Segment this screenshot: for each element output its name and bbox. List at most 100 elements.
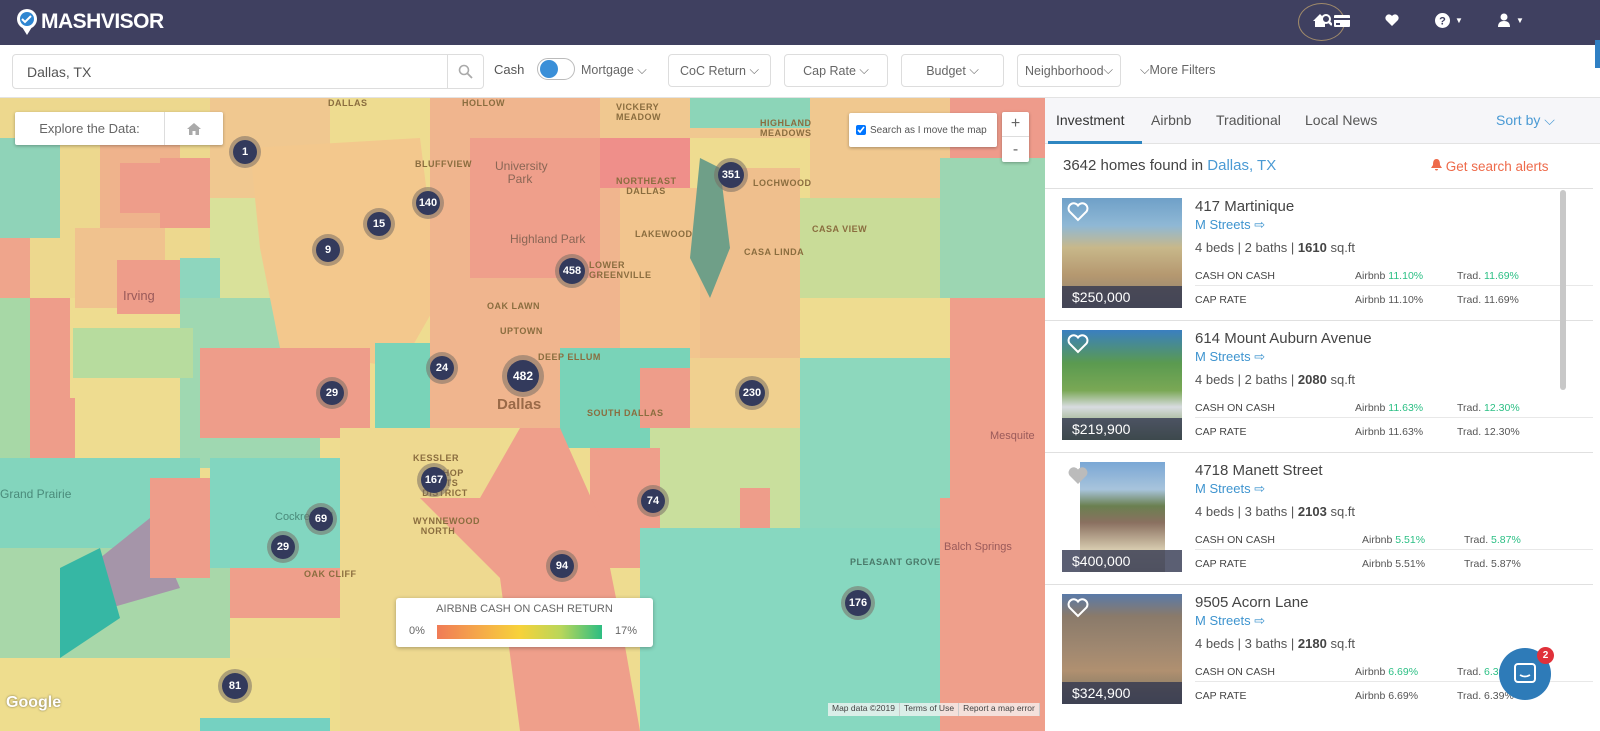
results-city-link[interactable]: Dallas, TX — [1207, 157, 1276, 174]
cluster-count: 176 — [845, 590, 871, 616]
cap-label: CAP RATE — [1195, 426, 1247, 438]
map-label: CASA LINDA — [744, 247, 805, 257]
map-cluster-marker[interactable]: 69 — [305, 503, 337, 535]
listing-address[interactable]: 9505 Acorn Lane — [1195, 594, 1308, 611]
cluster-count: 351 — [718, 162, 744, 188]
listing-photo[interactable]: $324,900 — [1062, 594, 1182, 704]
beds: 4 beds — [1195, 504, 1235, 519]
map-label: HIGHLAND MEADOWS — [760, 118, 812, 138]
map[interactable]: DALLAS HOLLOW VICKERY MEADOW HIGHLAND ME… — [0, 98, 1045, 731]
airbnb-prefix: Airbnb — [1355, 402, 1386, 414]
coc-trad-value: 12.30% — [1484, 402, 1520, 414]
listing-address[interactable]: 4718 Manett Street — [1195, 462, 1323, 479]
tab-traditional[interactable]: Traditional — [1216, 112, 1281, 128]
search-as-move-checkbox[interactable] — [856, 125, 866, 135]
map-cluster-marker[interactable]: 29 — [267, 531, 299, 563]
cap-trad: Trad. 11.69% — [1457, 294, 1519, 306]
search-as-move-control[interactable]: Search as I move the map — [849, 113, 997, 147]
trad-prefix: Trad. — [1457, 690, 1482, 702]
baths: 2 baths — [1244, 372, 1288, 387]
tab-investment[interactable]: Investment — [1056, 112, 1124, 128]
sort-by-label: Sort by — [1496, 112, 1541, 128]
help-icon[interactable]: ? ▼ — [1435, 13, 1463, 28]
listing-neighborhood-link[interactable]: M Streets ⇨ — [1195, 481, 1265, 497]
coc-airbnb: Airbnb 11.10% — [1355, 270, 1423, 282]
map-cluster-marker[interactable]: 1 — [229, 136, 261, 168]
coc-trad: Trad. 12.30% — [1457, 402, 1520, 414]
tab-local-news[interactable]: Local News — [1305, 112, 1377, 128]
budget-dropdown[interactable]: Budget ⌵ — [901, 54, 1004, 87]
zoom-out-button[interactable]: - — [1002, 137, 1029, 162]
neighborhood-label: M Streets — [1195, 613, 1251, 628]
cash-mortgage-toggle[interactable] — [537, 58, 575, 80]
location-search-input[interactable] — [13, 55, 447, 88]
favorites-heart-icon[interactable] — [1385, 14, 1399, 27]
report-map-error-link[interactable]: Report a map error — [959, 703, 1040, 716]
mortgage-dropdown[interactable]: Mortgage ⌵ — [581, 63, 647, 78]
coc-trad: Trad. 5.87% — [1464, 534, 1521, 546]
map-label: UPTOWN — [500, 326, 543, 336]
results-scrollbar[interactable] — [1560, 190, 1566, 390]
budget-label: Budget — [926, 63, 966, 78]
explore-home-button[interactable] — [165, 112, 223, 145]
tab-airbnb[interactable]: Airbnb — [1151, 112, 1191, 128]
favorite-heart-icon[interactable] — [1067, 466, 1089, 486]
side-tab[interactable] — [1595, 40, 1600, 68]
search-button[interactable] — [447, 55, 483, 88]
map-cluster-marker[interactable]: 176 — [841, 586, 875, 620]
zoom-in-button[interactable]: + — [1002, 112, 1029, 137]
cap-rate-dropdown[interactable]: Cap Rate ⌵ — [784, 54, 888, 87]
map-cluster-marker[interactable]: 167 — [417, 463, 451, 497]
coc-return-dropdown[interactable]: CoC Return ⌵ — [668, 54, 771, 87]
cash-label: Cash — [494, 62, 525, 77]
coc-airbnb-value: 5.51% — [1395, 534, 1426, 546]
map-cluster-marker[interactable]: 81 — [218, 669, 252, 703]
listing-photo[interactable]: $400,000 — [1062, 462, 1182, 572]
sqft-unit: sq.ft — [1330, 240, 1356, 255]
get-search-alerts-button[interactable]: Get search alerts — [1431, 159, 1549, 174]
listing-neighborhood-link[interactable]: M Streets ⇨ — [1195, 349, 1265, 365]
map-label: Grand Prairie — [0, 487, 72, 501]
credit-card-icon[interactable] — [1334, 15, 1350, 27]
coc-trad-value: 11.69% — [1484, 270, 1519, 282]
map-cluster-marker[interactable]: 24 — [426, 352, 458, 384]
listing-address[interactable]: 417 Martinique — [1195, 198, 1294, 215]
map-cluster-marker[interactable]: 94 — [546, 550, 578, 582]
listing-card[interactable]: $250,000 417 Martinique M Streets ⇨ 4 be… — [1045, 188, 1593, 320]
user-caret-icon: ▼ — [1516, 16, 1524, 25]
map-cluster-marker[interactable]: 9 — [312, 234, 344, 266]
map-cluster-marker[interactable]: 140 — [412, 187, 444, 219]
listing-photo[interactable]: $219,900 — [1062, 330, 1182, 440]
airbnb-prefix: Airbnb — [1355, 666, 1386, 678]
cluster-count: 458 — [559, 258, 585, 284]
listing-card[interactable]: $400,000 4718 Manett Street M Streets ⇨ … — [1045, 452, 1593, 584]
listing-address[interactable]: 614 Mount Auburn Avenue — [1195, 330, 1372, 347]
map-cluster-marker[interactable]: 351 — [714, 158, 748, 192]
map-label: DEEP ELLUM — [538, 352, 601, 362]
property-search-icon[interactable] — [1312, 12, 1332, 28]
map-cluster-marker[interactable]: 74 — [637, 485, 669, 517]
user-icon[interactable]: ▼ — [1497, 13, 1524, 28]
terms-of-use-link[interactable]: Terms of Use — [900, 703, 960, 716]
map-cluster-marker[interactable]: 458 — [555, 254, 589, 288]
listing-photo[interactable]: $250,000 — [1062, 198, 1182, 308]
more-filters-label: More Filters — [1149, 63, 1216, 77]
favorite-heart-icon[interactable] — [1067, 334, 1089, 354]
external-link-icon: ⇨ — [1254, 481, 1266, 496]
listing-neighborhood-link[interactable]: M Streets ⇨ — [1195, 613, 1265, 629]
map-cluster-marker[interactable]: 29 — [316, 377, 348, 409]
favorite-heart-icon[interactable] — [1067, 202, 1089, 222]
map-label: LOWER GREENVILLE — [589, 260, 652, 280]
logo[interactable]: MASHVISOR — [16, 8, 164, 36]
listing-neighborhood-link[interactable]: M Streets ⇨ — [1195, 217, 1265, 233]
map-cluster-marker[interactable]: 230 — [735, 376, 769, 410]
sort-by-dropdown[interactable]: Sort by ⌵ — [1496, 112, 1555, 129]
favorite-heart-icon[interactable] — [1067, 598, 1089, 618]
map-cluster-marker[interactable]: 15 — [363, 208, 395, 240]
neighborhood-dropdown[interactable]: Neighborhood ⌵ — [1017, 54, 1121, 87]
map-cluster-marker[interactable]: 482 — [502, 355, 544, 397]
coc-airbnb: Airbnb 6.69% — [1355, 666, 1418, 678]
more-filters-button[interactable]: ⌵More Filters — [1140, 63, 1215, 78]
listing-card[interactable]: $219,900 614 Mount Auburn Avenue M Stree… — [1045, 320, 1593, 452]
cluster-count: 24 — [430, 356, 454, 380]
